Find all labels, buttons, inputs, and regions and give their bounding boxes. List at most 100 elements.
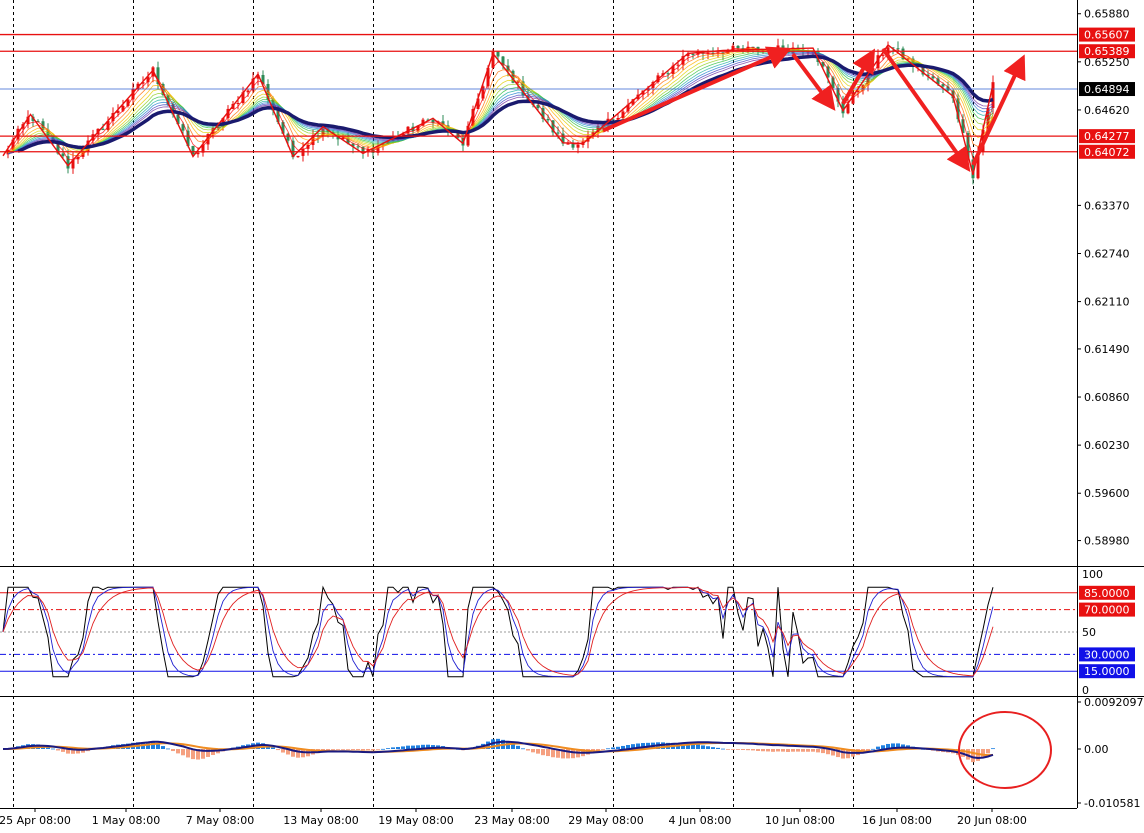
macd-histogram-bar bbox=[571, 749, 575, 759]
y-tick-label: 0.61490 bbox=[1084, 343, 1130, 356]
macd-tick-label: 0.00 bbox=[1084, 743, 1109, 756]
candle-body bbox=[101, 128, 105, 130]
candle-body bbox=[576, 144, 580, 148]
macd-histogram-bar bbox=[51, 748, 55, 750]
macd-histogram-bar bbox=[711, 747, 715, 750]
x-tick-label: 10 Jun 08:00 bbox=[765, 814, 835, 827]
macd-histogram-bar bbox=[716, 747, 720, 750]
macd-histogram-bar bbox=[726, 749, 730, 750]
macd-histogram-bar bbox=[171, 749, 175, 752]
macd-histogram-bar bbox=[56, 749, 60, 751]
macd-histogram-bar bbox=[386, 748, 390, 750]
y-tick-label: 0.63370 bbox=[1084, 199, 1130, 212]
macd-histogram-bar bbox=[756, 749, 760, 751]
macd-histogram-bar bbox=[391, 747, 395, 750]
trading-chart[interactable]: 25 Apr 08:00 1 May 08:00 7 May 08:00 13 May… bbox=[0, 0, 1144, 828]
candle-body bbox=[691, 53, 695, 55]
macd-histogram-bar bbox=[761, 749, 765, 752]
macd-tick-label: -0.010581 bbox=[1084, 797, 1140, 810]
y-tick-label: 0.65880 bbox=[1084, 8, 1130, 21]
x-tick-label: 13 May 08:00 bbox=[283, 814, 358, 827]
macd-histogram-bar bbox=[741, 749, 745, 751]
candle-body bbox=[246, 90, 250, 93]
price-label-text: 0.64277 bbox=[1084, 130, 1130, 143]
candle-body bbox=[546, 118, 550, 121]
price-label-text: 0.65607 bbox=[1084, 29, 1130, 42]
x-tick-label: 1 May 08:00 bbox=[92, 814, 160, 827]
stoch-level-text: 15.0000 bbox=[1084, 665, 1130, 678]
macd-histogram-bar bbox=[791, 749, 795, 752]
macd-histogram-bar bbox=[771, 749, 775, 752]
price-label-text: 0.64894 bbox=[1084, 83, 1130, 96]
macd-histogram-bar bbox=[786, 749, 790, 752]
macd-histogram-bar bbox=[986, 749, 990, 754]
macd-histogram-bar bbox=[871, 748, 875, 750]
macd-tick-label: 0.0092097 bbox=[1084, 696, 1144, 709]
macd-histogram-bar bbox=[271, 747, 275, 750]
macd-histogram-bar bbox=[601, 749, 605, 750]
macd-histogram-bar bbox=[821, 749, 825, 754]
macd-histogram-bar bbox=[356, 749, 360, 751]
macd-histogram-bar bbox=[371, 749, 375, 751]
macd-histogram-bar bbox=[341, 749, 345, 750]
macd-histogram-bar bbox=[531, 749, 535, 753]
x-tick-label: 19 May 08:00 bbox=[378, 814, 453, 827]
x-tick-label: 4 Jun 08:00 bbox=[669, 814, 732, 827]
macd-histogram-bar bbox=[406, 745, 410, 750]
y-tick-label: 0.62110 bbox=[1084, 296, 1130, 309]
macd-histogram-bar bbox=[276, 749, 280, 751]
x-tick-label: 20 Jun 08:00 bbox=[957, 814, 1027, 827]
y-tick-label: 0.59600 bbox=[1084, 487, 1130, 500]
macd-histogram-bar bbox=[606, 748, 610, 750]
macd-histogram-bar bbox=[516, 745, 520, 750]
macd-histogram-bar bbox=[176, 749, 180, 754]
macd-histogram-bar bbox=[521, 748, 525, 750]
macd-histogram-bar bbox=[541, 749, 545, 756]
macd-histogram-bar bbox=[536, 749, 540, 754]
macd-histogram-bar bbox=[166, 748, 170, 750]
macd-histogram-bar bbox=[281, 749, 285, 753]
macd-histogram-bar bbox=[696, 744, 700, 750]
macd-histogram-bar bbox=[186, 749, 190, 758]
macd-histogram-bar bbox=[796, 749, 800, 752]
macd-histogram-bar bbox=[331, 749, 335, 750]
candle-body bbox=[556, 132, 560, 134]
macd-histogram-bar bbox=[551, 749, 555, 758]
macd-histogram-bar bbox=[991, 748, 995, 750]
candle-body bbox=[356, 146, 360, 148]
x-tick-label: 23 May 08:00 bbox=[474, 814, 549, 827]
candle-body bbox=[676, 64, 680, 66]
macd-histogram-bar bbox=[701, 745, 705, 750]
macd-histogram-bar bbox=[706, 746, 710, 750]
macd-histogram-bar bbox=[361, 749, 365, 751]
macd-histogram-bar bbox=[366, 749, 370, 751]
macd-histogram-bar bbox=[776, 749, 780, 752]
macd-histogram-bar bbox=[396, 746, 400, 750]
candle-body bbox=[941, 84, 945, 87]
candle-body bbox=[296, 155, 300, 158]
macd-histogram-bar bbox=[351, 749, 355, 750]
candle-body bbox=[196, 152, 200, 155]
stoch-level-text: 85.0000 bbox=[1084, 587, 1130, 600]
x-tick-label: 29 May 08:00 bbox=[568, 814, 643, 827]
y-tick-label: 0.60860 bbox=[1084, 391, 1130, 404]
candle-body bbox=[736, 45, 740, 49]
macd-histogram-bar bbox=[616, 746, 620, 750]
y-tick-label: 0.62740 bbox=[1084, 247, 1130, 260]
y-tick-label: 0.58980 bbox=[1084, 535, 1130, 548]
macd-histogram-bar bbox=[746, 749, 750, 751]
macd-histogram-bar bbox=[811, 749, 815, 752]
macd-histogram-bar bbox=[546, 749, 550, 757]
macd-histogram-bar bbox=[496, 738, 500, 750]
stoch-tick-label: 100 bbox=[1082, 568, 1103, 581]
price-label-text: 0.64072 bbox=[1084, 146, 1130, 159]
candle-body bbox=[896, 48, 900, 50]
macd-histogram-bar bbox=[526, 749, 530, 751]
macd-histogram-bar bbox=[731, 749, 735, 750]
stoch-tick-label: 50 bbox=[1082, 626, 1096, 639]
macd-histogram-bar bbox=[376, 749, 380, 750]
macd-histogram-bar bbox=[621, 745, 625, 750]
candle-body bbox=[236, 102, 240, 104]
macd-histogram-bar bbox=[381, 748, 385, 750]
stoch-level-text: 30.0000 bbox=[1084, 648, 1130, 661]
